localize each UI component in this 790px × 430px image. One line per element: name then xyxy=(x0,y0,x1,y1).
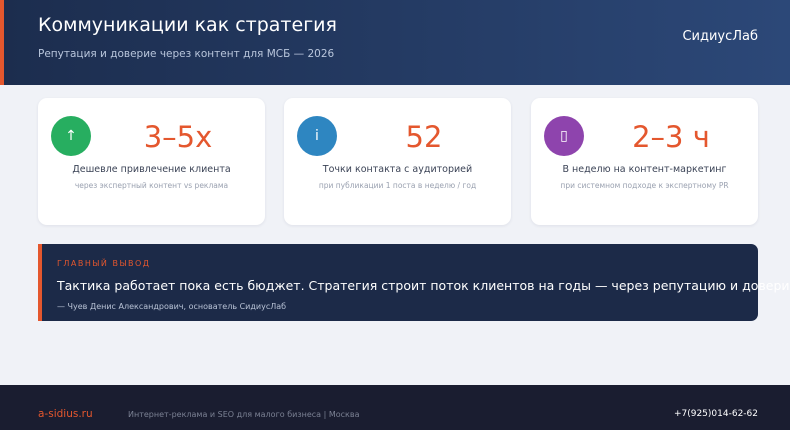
stat-card-touchpoints: i 52 Точки контакта с аудиторией при пуб… xyxy=(284,98,511,225)
info-icon: i xyxy=(297,116,337,156)
stat-card-cost: ↑ 3–5x Дешевле привлечение клиента через… xyxy=(38,98,265,225)
stat-note: при публикации 1 поста в неделю / год xyxy=(318,181,477,190)
key-takeaway: ГЛАВНЫЙ ВЫВОД Тактика работает пока есть… xyxy=(38,244,790,321)
stat-value: 52 xyxy=(405,120,443,154)
stat-value: 3–5x xyxy=(143,120,213,154)
takeaway-kicker: ГЛАВНЫЙ ВЫВОД xyxy=(57,259,151,268)
page-subtitle: Репутация и доверие через контент для МС… xyxy=(38,48,335,60)
footer-description: Интернет-реклама и SEO для малого бизнес… xyxy=(128,410,360,419)
stat-note: через экспертный контент vs реклама xyxy=(74,181,229,190)
arrow-up-icon: ↑ xyxy=(51,116,91,156)
stat-card-time: ▯ 2–3 ч В неделю на контент-маркетинг пр… xyxy=(531,98,758,225)
placeholder-glyph-icon: ▯ xyxy=(544,116,584,156)
stat-label: Точки контакта с аудиторией xyxy=(322,164,473,175)
phone-number: +7(925)014-62-62 xyxy=(673,409,758,419)
takeaway-text: Тактика работает пока есть бюджет. Страт… xyxy=(57,278,790,293)
stat-value: 2–3 ч xyxy=(632,120,710,154)
stat-note: при системном подходе к экспертному PR xyxy=(560,181,729,190)
page-title: Коммуникации как стратегия xyxy=(38,14,337,36)
stat-label: В неделю на контент-маркетинг xyxy=(562,164,727,175)
header: Коммуникации как стратегия Репутация и д… xyxy=(0,0,790,85)
brand-name: СидиусЛаб xyxy=(682,29,758,44)
footer: a-sidius.ru Интернет-реклама и SEO для м… xyxy=(0,385,790,430)
stat-label: Дешевле привлечение клиента xyxy=(72,164,231,175)
takeaway-author: — Чуев Денис Александрович, основатель С… xyxy=(57,302,287,311)
site-link[interactable]: a-sidius.ru xyxy=(38,408,93,420)
